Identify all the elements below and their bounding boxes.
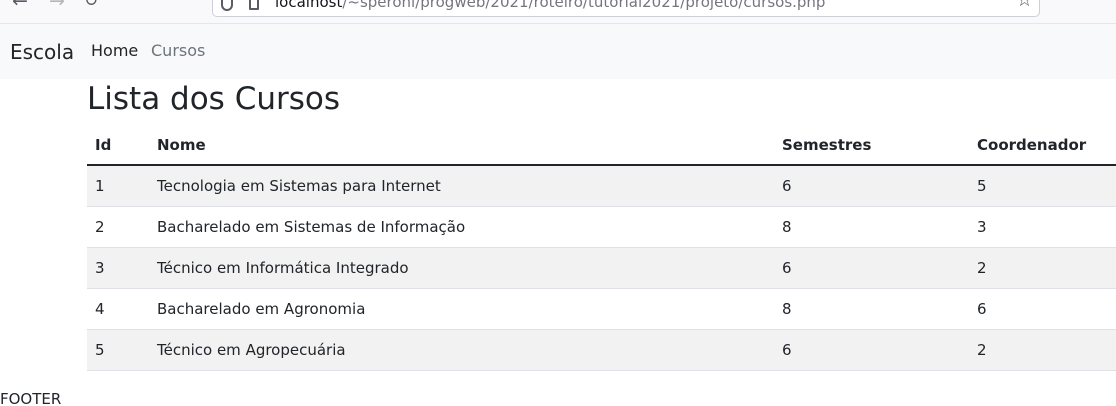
cell-id: 4 xyxy=(87,288,149,330)
page-title: Lista dos Cursos xyxy=(87,81,340,117)
page-info-icon[interactable] xyxy=(249,0,259,10)
browser-toolbar: ← → ↻ localhost/~speroni/progweb/2021/ro… xyxy=(0,0,1116,24)
shield-icon[interactable] xyxy=(221,0,233,11)
table-row: 4 Bacharelado em Agronomia 8 6 xyxy=(87,288,1116,330)
navbar: Escola Home Cursos xyxy=(0,24,1116,79)
cell-nome: Técnico em Agropecuária xyxy=(149,329,774,371)
cell-semestres: 6 xyxy=(774,247,969,289)
courses-table: Id Nome Semestres Coordenador 1 Tecnolog… xyxy=(87,125,1116,371)
column-header-nome: Nome xyxy=(149,125,774,166)
cell-semestres: 8 xyxy=(774,206,969,248)
cell-nome: Tecnologia em Sistemas para Internet xyxy=(149,165,774,207)
bookmark-star-icon[interactable]: ☆ xyxy=(1016,0,1033,10)
navbar-brand[interactable]: Escola xyxy=(10,39,74,65)
column-header-id: Id xyxy=(87,125,149,166)
cell-coordenador: 3 xyxy=(969,206,1116,248)
cell-id: 3 xyxy=(87,247,149,289)
table-header-row: Id Nome Semestres Coordenador xyxy=(87,125,1116,166)
footer: FOOTER xyxy=(0,390,62,406)
table-row: 5 Técnico em Agropecuária 6 2 xyxy=(87,329,1116,371)
cell-semestres: 6 xyxy=(774,329,969,371)
cell-coordenador: 6 xyxy=(969,288,1116,330)
url-path: /~speroni/progweb/2021/roteiro/tutorial2… xyxy=(342,0,826,11)
cell-semestres: 6 xyxy=(774,165,969,207)
forward-arrow-icon[interactable]: → xyxy=(49,0,65,11)
cell-coordenador: 2 xyxy=(969,329,1116,371)
table-row: 2 Bacharelado em Sistemas de Informação … xyxy=(87,206,1116,248)
url-text[interactable]: localhost/~speroni/progweb/2021/roteiro/… xyxy=(275,0,825,11)
cell-nome: Bacharelado em Sistemas de Informação xyxy=(149,206,774,248)
cell-id: 2 xyxy=(87,206,149,248)
cell-nome: Bacharelado em Agronomia xyxy=(149,288,774,330)
cell-id: 1 xyxy=(87,165,149,207)
table-row: 1 Tecnologia em Sistemas para Internet 6… xyxy=(87,165,1116,207)
nav-link-home[interactable]: Home xyxy=(91,41,138,61)
column-header-coordenador: Coordenador xyxy=(969,125,1116,166)
cell-coordenador: 2 xyxy=(969,247,1116,289)
nav-link-cursos[interactable]: Cursos xyxy=(151,41,205,61)
cell-nome: Técnico em Informática Integrado xyxy=(149,247,774,289)
cell-coordenador: 5 xyxy=(969,165,1116,207)
reload-icon[interactable]: ↻ xyxy=(84,0,98,11)
table-row: 3 Técnico em Informática Integrado 6 2 xyxy=(87,247,1116,289)
cell-id: 5 xyxy=(87,329,149,371)
column-header-semestres: Semestres xyxy=(774,125,969,166)
address-bar[interactable]: localhost/~speroni/progweb/2021/roteiro/… xyxy=(212,0,1040,17)
url-host: localhost xyxy=(275,0,343,11)
back-arrow-icon[interactable]: ← xyxy=(12,0,28,11)
cell-semestres: 8 xyxy=(774,288,969,330)
